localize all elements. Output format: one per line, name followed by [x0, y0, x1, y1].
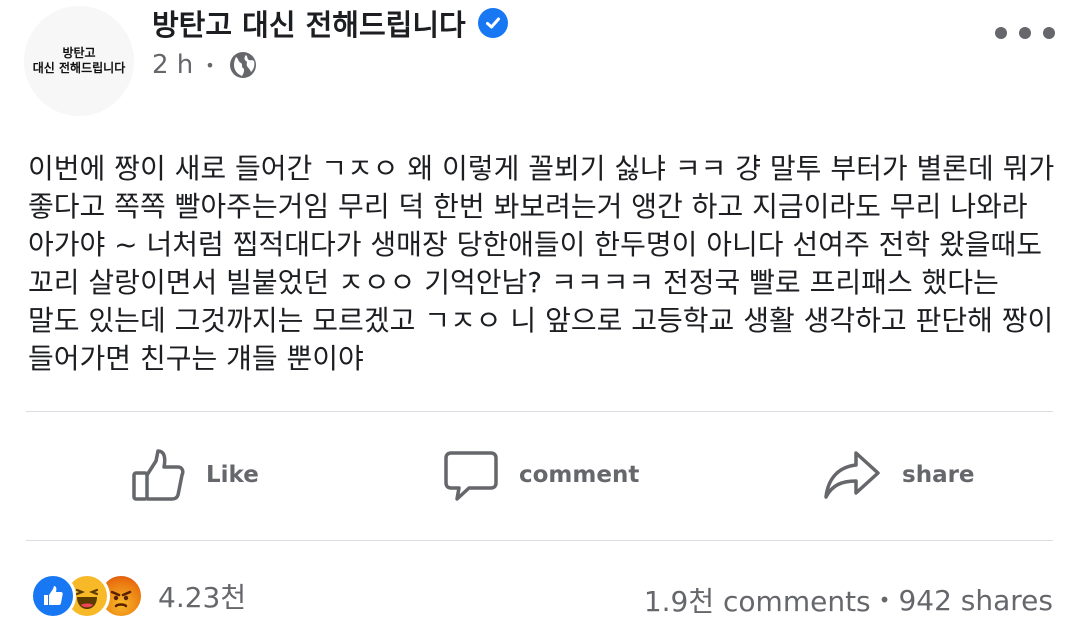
- page-name[interactable]: 방탄고 대신 전해드립니다: [152, 2, 508, 44]
- comment-button[interactable]: comment: [443, 445, 639, 505]
- post-body: 이번에 짱이 새로 들어간 ㄱㅈㅇ 왜 이렇게 꼴뵈기 싫냐 ㅋㅋ 걍 말투 부…: [28, 152, 1055, 375]
- divider-bottom: [26, 540, 1053, 541]
- share-icon: [824, 451, 880, 499]
- reaction-count: 4.23천: [158, 581, 247, 614]
- post-actions: Like comment share: [0, 435, 1079, 515]
- post-footer: 4.23천 1.9천 comments • 942 shares: [0, 555, 1079, 623]
- like-reaction-icon: [30, 573, 76, 619]
- meta-separator: •: [205, 55, 215, 75]
- like-icon: [132, 449, 185, 501]
- post-time[interactable]: 2 h: [152, 50, 193, 80]
- engagement-stats: 1.9천 comments • 942 shares: [644, 580, 1053, 620]
- share-button[interactable]: share: [822, 445, 975, 505]
- page-name-text: 방탄고 대신 전해드립니다: [152, 8, 466, 42]
- share-label: share: [902, 462, 975, 488]
- more-options-icon[interactable]: [995, 22, 1055, 44]
- post-meta: 2 h •: [152, 50, 257, 80]
- comment-icon: [444, 451, 498, 501]
- globe-icon: [229, 52, 256, 78]
- avatar-line-1: 방탄고: [62, 46, 96, 60]
- like-button[interactable]: Like: [130, 445, 259, 505]
- divider-top: [26, 411, 1053, 412]
- like-label: Like: [206, 462, 259, 488]
- reaction-summary[interactable]: 4.23천: [30, 573, 246, 619]
- avatar-line-2: 대신 전해드립니다: [32, 61, 126, 75]
- verified-badge-icon: [477, 8, 508, 38]
- share-count[interactable]: 942 shares: [898, 584, 1053, 617]
- page-avatar[interactable]: 방탄고 대신 전해드립니다: [24, 6, 134, 116]
- comment-count[interactable]: 1.9천 comments: [644, 580, 871, 620]
- comment-label: comment: [519, 462, 640, 488]
- stats-separator: •: [878, 588, 891, 612]
